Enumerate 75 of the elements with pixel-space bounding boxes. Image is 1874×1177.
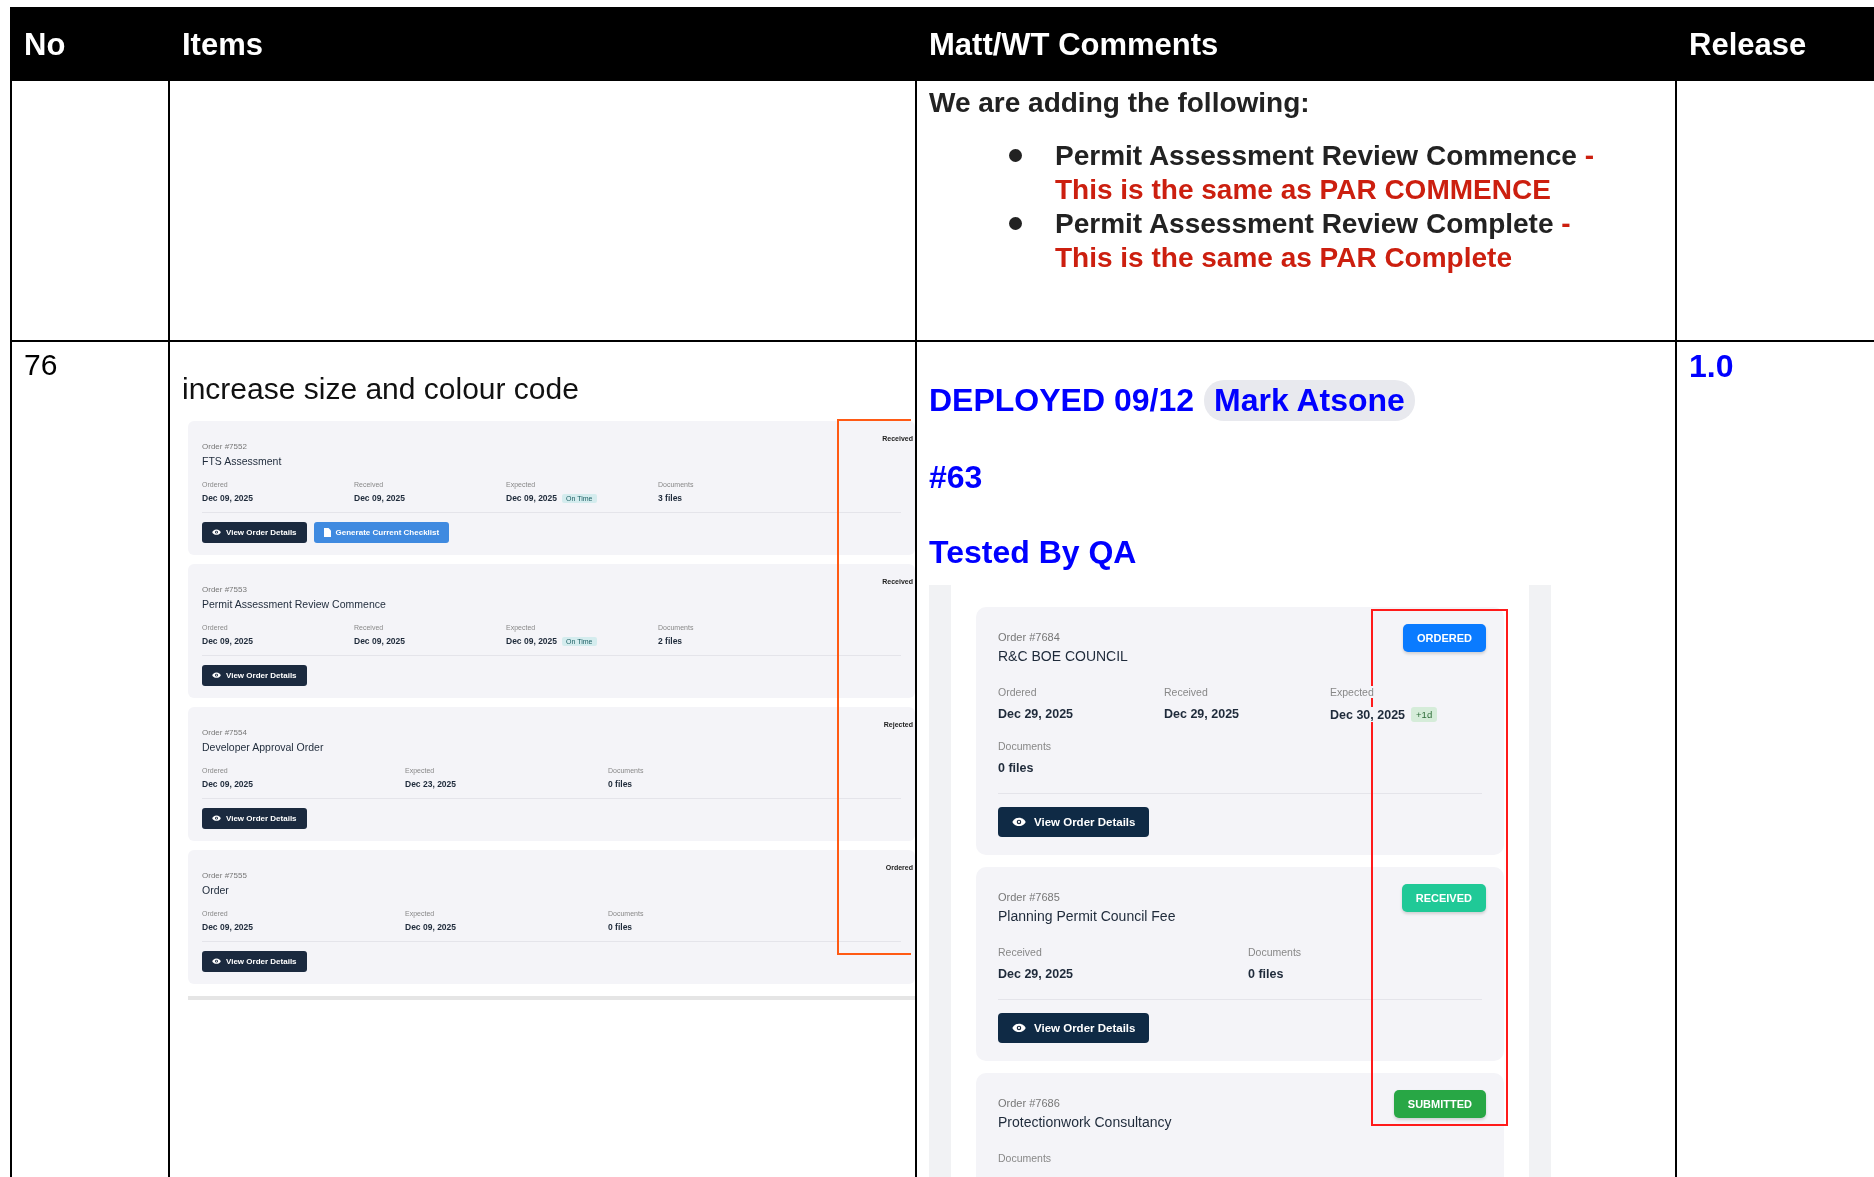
checklist-button[interactable]: Generate Current Checklist (313, 522, 450, 543)
field-value: 2 files (658, 636, 683, 646)
order-title: R&C BOE COUNCIL (998, 648, 1129, 664)
view-details-button[interactable]: View Order Details (202, 808, 307, 829)
document-icon (323, 528, 331, 537)
comment-text: We are adding the following: (929, 87, 1311, 119)
view-details-button[interactable]: View Order Details (202, 665, 307, 686)
row-number: 76 (24, 348, 59, 382)
field-label: Documents (998, 1152, 1052, 1164)
deployed-text: DEPLOYED 09/12 (929, 382, 1194, 419)
tested-text: Tested By QA (929, 534, 1138, 571)
eye-icon (212, 672, 221, 679)
field-value: Dec 09, 2025 (354, 636, 406, 646)
status-tag: SUBMITTED (1393, 1090, 1486, 1118)
order-number: Order #7555 (202, 871, 247, 880)
eye-icon (212, 958, 221, 965)
field-value: Dec 09, 2025 (202, 636, 254, 646)
view-details-button[interactable]: View Order Details (202, 522, 307, 543)
order-number: Order #7554 (202, 728, 247, 737)
field-value: Dec 30, 2025 (1330, 707, 1406, 722)
field-value: Dec 29, 2025 (998, 967, 1074, 981)
order-number: Order #7552 (202, 442, 247, 451)
field-label: Ordered (998, 686, 1037, 698)
field-label: Received (998, 946, 1042, 958)
field-value: 0 files (998, 761, 1034, 775)
release-text: 1.0 (1689, 348, 1735, 385)
field-value: 0 files (1248, 967, 1284, 981)
bullet-icon (1009, 149, 1022, 162)
reference-text: #63 (929, 459, 984, 496)
field-value: Dec 09, 2025 (202, 779, 254, 789)
status-tag: ORDERED (1403, 624, 1486, 652)
eye-icon (212, 815, 221, 822)
field-value: 3 files (658, 493, 683, 503)
order-title: Protectionwork Consultancy (998, 1114, 1173, 1130)
field-label: Documents (1248, 946, 1302, 958)
column-header: No (12, 9, 170, 81)
order-title: FTS Assessment (202, 455, 283, 467)
column-header: Items (170, 9, 917, 81)
view-details-button[interactable]: View Order Details (998, 807, 1150, 837)
order-title: Developer Approval Order (202, 741, 325, 753)
field-label: Expected (1330, 686, 1374, 698)
bullet-text: Permit Assessment Review Complete - This is the same as PAR Complete (1055, 207, 1572, 275)
order-title: Order (202, 884, 230, 896)
view-details-button[interactable]: View Order Details (202, 951, 307, 972)
delay-tag: +1d (1411, 707, 1438, 722)
field-value: Dec 09, 2025 (506, 493, 558, 503)
field-value: Dec 09, 2025 (202, 922, 254, 932)
bullet-icon (1009, 217, 1022, 230)
field-value: Dec 23, 2025 (405, 779, 457, 789)
field-value: 0 files (608, 922, 633, 932)
order-number: Order #7553 (202, 585, 247, 594)
order-number: Order #7685 (998, 891, 1060, 903)
field-value: 0 files (608, 779, 633, 789)
field-value: Dec 09, 2025 (202, 493, 254, 503)
view-details-button[interactable]: View Order Details (998, 1013, 1150, 1043)
item-text: increase size and colour code (182, 372, 580, 406)
field-label: Documents (998, 740, 1052, 752)
person-chip[interactable]: Mark Atsone (1204, 380, 1415, 421)
field-value: Dec 29, 2025 (998, 707, 1074, 721)
order-number: Order #7684 (998, 631, 1060, 643)
status-tag: RECEIVED (1401, 884, 1486, 912)
field-value: Dec 09, 2025 (354, 493, 406, 503)
field-value: Dec 09, 2025 (405, 922, 457, 932)
bullet-text: Permit Assessment Review Commence - This is the same as PAR COMMENCE (1055, 139, 1595, 207)
order-title: Planning Permit Council Fee (998, 908, 1177, 924)
eye-icon (212, 529, 221, 536)
field-label: Received (1164, 686, 1208, 698)
order-title: Permit Assessment Review Commence (202, 598, 387, 610)
eye-icon (1012, 1023, 1026, 1033)
order-number: Order #7686 (998, 1097, 1060, 1109)
column-header: Matt/WT Comments (917, 9, 1677, 81)
field-value: Dec 29, 2025 (1164, 707, 1240, 721)
field-value: Dec 09, 2025 (506, 636, 558, 646)
eye-icon (1012, 817, 1026, 827)
column-header: Release (1677, 9, 1874, 81)
